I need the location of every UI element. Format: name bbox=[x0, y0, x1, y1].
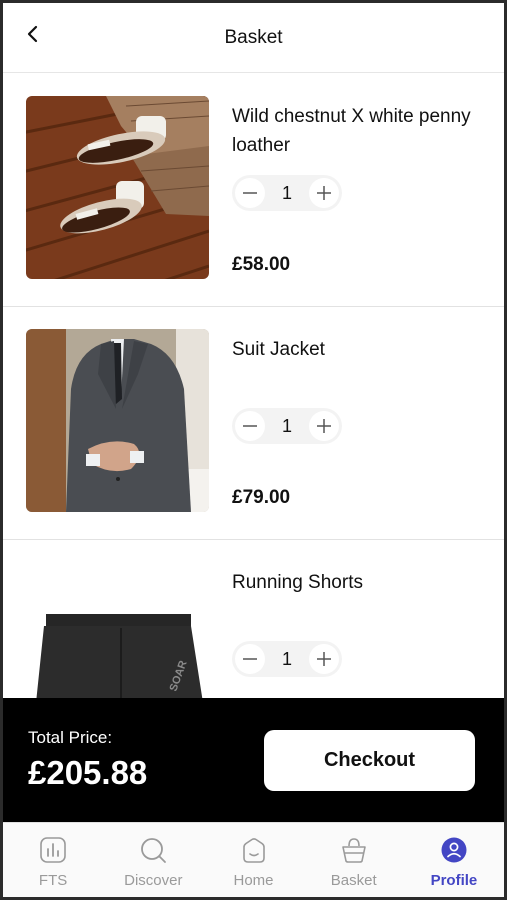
search-icon bbox=[138, 835, 168, 865]
basket-item: SOAR Running Shorts 1 bbox=[3, 540, 504, 701]
app-screen: Basket Wild chestnut X white penny loath… bbox=[3, 3, 504, 897]
basket-item: Wild chestnut X white penny loather 1 £5… bbox=[3, 74, 504, 307]
basket-list[interactable]: Wild chestnut X white penny loather 1 £5… bbox=[3, 74, 504, 701]
increase-quantity-button[interactable] bbox=[309, 411, 339, 441]
increase-quantity-button[interactable] bbox=[309, 644, 339, 674]
product-price: £58.00 bbox=[232, 254, 291, 275]
product-name: Suit Jacket bbox=[232, 339, 325, 360]
decrease-quantity-button[interactable] bbox=[235, 644, 265, 674]
product-image[interactable] bbox=[26, 329, 209, 512]
tab-label: Profile bbox=[430, 872, 478, 889]
tab-label: Discover bbox=[124, 872, 183, 889]
total-price-label: Total Price: bbox=[28, 728, 113, 747]
minus-icon bbox=[243, 425, 257, 427]
quantity-value: 1 bbox=[281, 183, 292, 203]
decrease-quantity-button[interactable] bbox=[235, 178, 265, 208]
loafer-shoes-photo bbox=[26, 96, 209, 279]
bar-chart-icon bbox=[38, 835, 68, 865]
minus-icon bbox=[243, 658, 257, 660]
increase-quantity-button[interactable] bbox=[309, 178, 339, 208]
tab-fts[interactable]: FTS bbox=[3, 823, 103, 897]
product-image[interactable]: SOAR bbox=[26, 562, 209, 701]
header: Basket bbox=[3, 3, 504, 73]
product-name: Wild chestnut X white penny loather bbox=[232, 106, 471, 156]
tab-basket[interactable]: Basket bbox=[304, 823, 404, 897]
quantity-stepper: 1 bbox=[232, 175, 342, 211]
bottom-tab-bar: FTS Discover Home Basket Profile bbox=[3, 822, 504, 897]
total-price-value: £205.88 bbox=[28, 754, 148, 791]
plus-icon bbox=[317, 652, 331, 666]
tab-label: Home bbox=[233, 872, 274, 889]
suit-jacket-photo bbox=[26, 329, 209, 512]
tab-discover[interactable]: Discover bbox=[103, 823, 203, 897]
product-image[interactable] bbox=[26, 96, 209, 279]
tab-label: Basket bbox=[330, 872, 377, 889]
decrease-quantity-button[interactable] bbox=[235, 411, 265, 441]
product-price: £79.00 bbox=[232, 487, 291, 508]
quantity-stepper: 1 bbox=[232, 408, 342, 444]
basket-item: Suit Jacket 1 £79.00 bbox=[3, 307, 504, 540]
tab-label: FTS bbox=[38, 872, 68, 889]
profile-icon bbox=[439, 835, 469, 865]
page-title: Basket bbox=[224, 27, 283, 48]
quantity-stepper: 1 bbox=[232, 641, 342, 677]
quantity-value: 1 bbox=[281, 416, 292, 436]
tab-profile[interactable]: Profile bbox=[404, 823, 504, 897]
plus-icon bbox=[317, 186, 331, 200]
product-name: Running Shorts bbox=[232, 572, 363, 593]
checkout-button[interactable]: Checkout bbox=[264, 730, 475, 791]
basket-icon bbox=[339, 835, 369, 865]
checkout-bar: Total Price: £205.88 Checkout bbox=[3, 698, 504, 822]
tab-home[interactable]: Home bbox=[203, 823, 303, 897]
plus-icon bbox=[317, 419, 331, 433]
minus-icon bbox=[243, 192, 257, 194]
quantity-value: 1 bbox=[281, 649, 292, 669]
running-shorts-photo: SOAR bbox=[26, 562, 209, 701]
home-icon bbox=[239, 835, 269, 865]
